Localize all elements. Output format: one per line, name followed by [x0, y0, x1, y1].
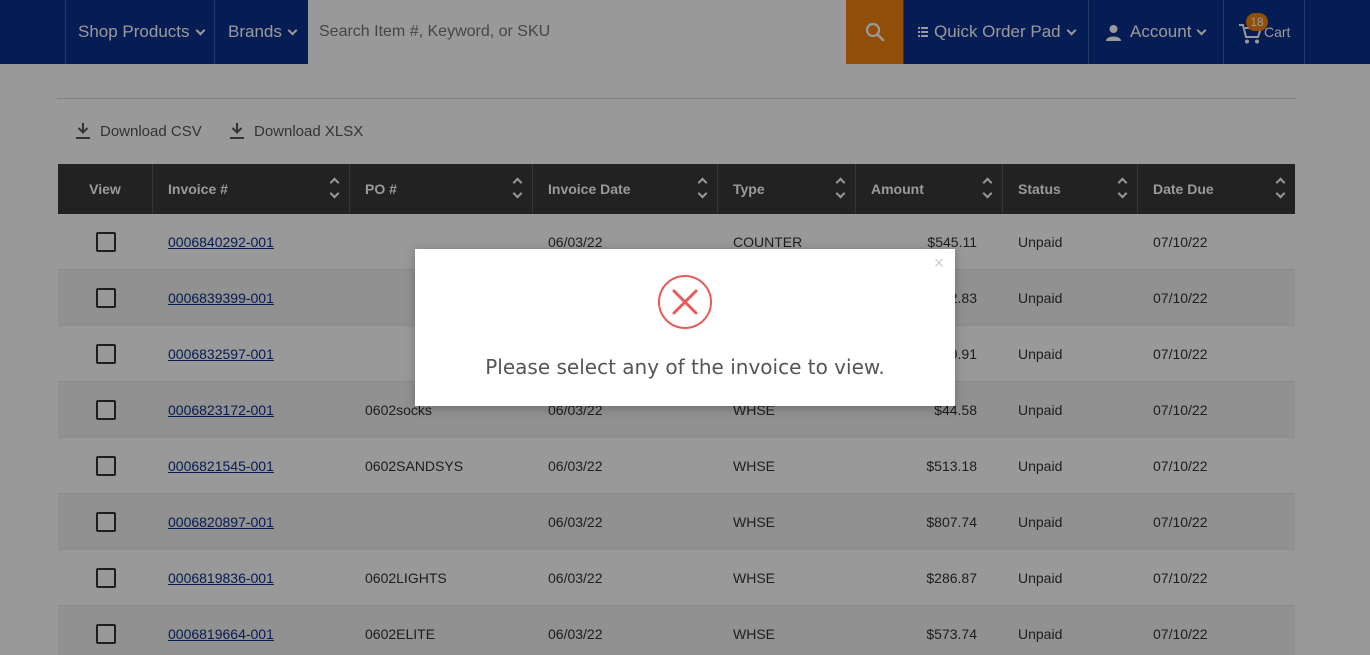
error-x-circle-icon	[658, 275, 712, 329]
error-dialog: × Please select any of the invoice to vi…	[415, 249, 955, 406]
close-icon[interactable]: ×	[931, 254, 947, 272]
dialog-message: Please select any of the invoice to view…	[485, 355, 885, 379]
